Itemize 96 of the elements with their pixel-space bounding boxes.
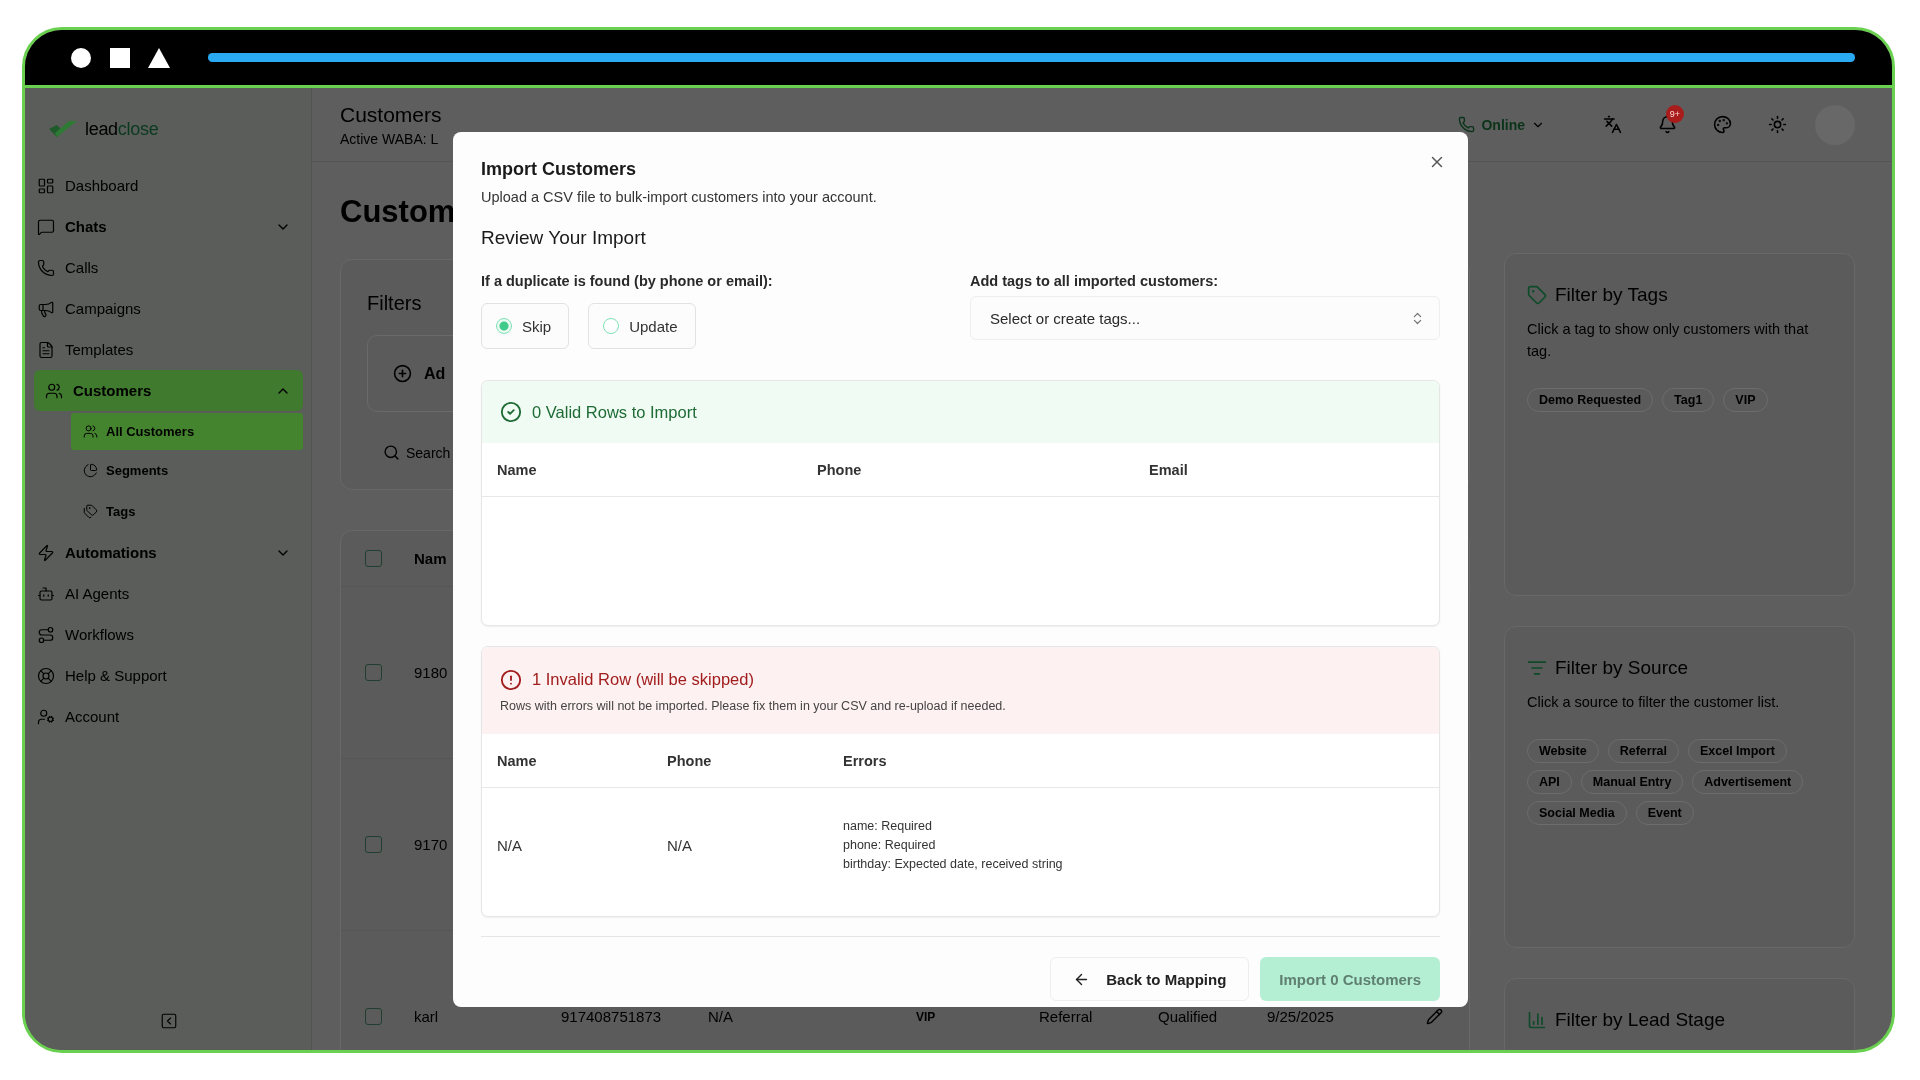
sun-icon[interactable] [1768, 115, 1787, 134]
user-settings-icon [37, 707, 55, 726]
phone-icon [1458, 116, 1476, 133]
card-title: Filter by Tags [1555, 284, 1668, 306]
page-heading: Custom [340, 193, 456, 231]
table-cell: Referral [1039, 1008, 1093, 1025]
megaphone-icon [37, 299, 55, 318]
card-title: Filter by Lead Stage [1555, 1009, 1726, 1031]
collapse-icon[interactable] [159, 1012, 178, 1030]
triangle-icon [148, 47, 170, 68]
nav-item[interactable]: Help & Support [34, 655, 303, 696]
nav-subitem[interactable]: Tags [71, 491, 303, 532]
lifebuoy-icon [37, 666, 55, 685]
column-header: Phone [667, 752, 713, 769]
search-icon [383, 444, 400, 461]
route-icon [37, 625, 55, 644]
pie-chart-icon [83, 463, 98, 478]
table-cell: 9/25/2025 [1267, 1008, 1334, 1025]
page-title: Customers [340, 102, 442, 127]
table-cell: Qualified [1158, 1008, 1218, 1025]
section-title: Review Your Import [481, 227, 647, 249]
panel-title: 1 Invalid Row (will be skipped) [532, 670, 754, 689]
palette-icon[interactable] [1713, 115, 1732, 134]
table-cell: karl [414, 1008, 439, 1025]
panel-description: Rows with errors will not be imported. Please fix them in your CSV and re-upload if needed. [500, 698, 1007, 713]
column-header: Phone [817, 461, 863, 478]
nav-item[interactable]: Customers [34, 370, 303, 411]
lightning-icon [37, 543, 55, 562]
table-cell: 917408751873 [561, 1008, 662, 1025]
radio-option[interactable]: Update [588, 303, 696, 349]
nav-subitem[interactable]: All Customers [71, 413, 303, 450]
nav-item[interactable]: Templates [34, 329, 303, 370]
filter-icon [1527, 658, 1547, 678]
users-icon [45, 381, 63, 400]
table-cell: 9180 [414, 664, 448, 681]
alert-circle-icon [500, 668, 522, 691]
document-icon [37, 340, 55, 359]
select-all-checkbox[interactable] [365, 550, 382, 567]
plus-circle-icon [393, 364, 412, 383]
table-cell-text: N/A [497, 836, 523, 854]
column-header: Name [497, 752, 538, 769]
nav-item[interactable]: AI Agents [34, 573, 303, 614]
notification-badge: 9+ [1666, 104, 1684, 123]
table-cell: 9170 [414, 836, 448, 853]
radio-icon[interactable] [603, 318, 620, 334]
status-dropdown[interactable]: Online [1458, 116, 1545, 133]
nav-item[interactable]: Workflows [34, 614, 303, 655]
logo-icon [49, 119, 79, 139]
card-description: Click a source to filter the customer list. [1527, 693, 1781, 712]
nav-item[interactable]: Campaigns [34, 288, 303, 329]
row-checkbox[interactable] [365, 1008, 382, 1025]
tags-select[interactable]: Select or create tags... [970, 296, 1440, 340]
panel-title: 0 Valid Rows to Import [532, 402, 697, 422]
robot-icon [37, 584, 55, 603]
bell-icon[interactable] [1658, 115, 1677, 134]
check-circle-icon [500, 401, 522, 423]
column-header: Errors [843, 752, 888, 769]
tag-icon [1527, 285, 1547, 305]
column-header: Nam [414, 550, 447, 567]
chat-icon [37, 217, 55, 236]
card-description: Click a tag to show only customers with that tag. [1527, 320, 1810, 361]
circle-icon [70, 46, 92, 69]
table-cell: N/A [708, 1008, 733, 1025]
nav-item[interactable]: Automations [34, 532, 303, 573]
bar-chart-icon [1527, 1010, 1547, 1030]
radio-icon[interactable] [496, 318, 512, 334]
filters-title: Filters [367, 291, 423, 316]
dialog-subtitle: Upload a CSV file to bulk-import customers into your account. [481, 189, 878, 205]
dialog-title: Import Customers [481, 159, 638, 180]
table-cell-text: N/A [667, 836, 693, 854]
nav-item[interactable]: Dashboard [34, 165, 303, 206]
row-checkbox[interactable] [365, 836, 382, 853]
edit-icon[interactable] [1426, 1008, 1443, 1025]
users-icon [83, 424, 98, 439]
phone-icon [37, 258, 55, 277]
row-checkbox[interactable] [365, 664, 382, 681]
brand-name: leadclose [85, 118, 159, 140]
grid-icon [37, 176, 55, 195]
nav-item[interactable]: Account [34, 696, 303, 737]
column-header: Email [1149, 461, 1189, 478]
error-list: name: Required phone: Required birthday: Expected date, received string [843, 816, 1063, 874]
field-label: Add tags to all imported customers: [970, 273, 1220, 289]
page-subtitle: Active WABA: L [340, 130, 439, 147]
card-title: Filter by Source [1555, 657, 1689, 679]
tags-icon [83, 504, 98, 519]
nav-subitem[interactable]: Segments [71, 450, 303, 491]
column-header: Name [497, 461, 538, 478]
translate-icon[interactable] [1603, 115, 1622, 134]
nav-item[interactable]: Chats [34, 206, 303, 247]
radio-option[interactable]: Skip [481, 303, 570, 349]
back-button[interactable]: Back to Mapping [1050, 957, 1250, 1001]
search-field[interactable]: Search [406, 444, 451, 461]
field-label: If a duplicate is found (by phone or email): [481, 273, 774, 289]
nav-item[interactable]: Calls [34, 247, 303, 288]
square-icon [110, 47, 130, 68]
tag-label: VIP [916, 1009, 936, 1024]
